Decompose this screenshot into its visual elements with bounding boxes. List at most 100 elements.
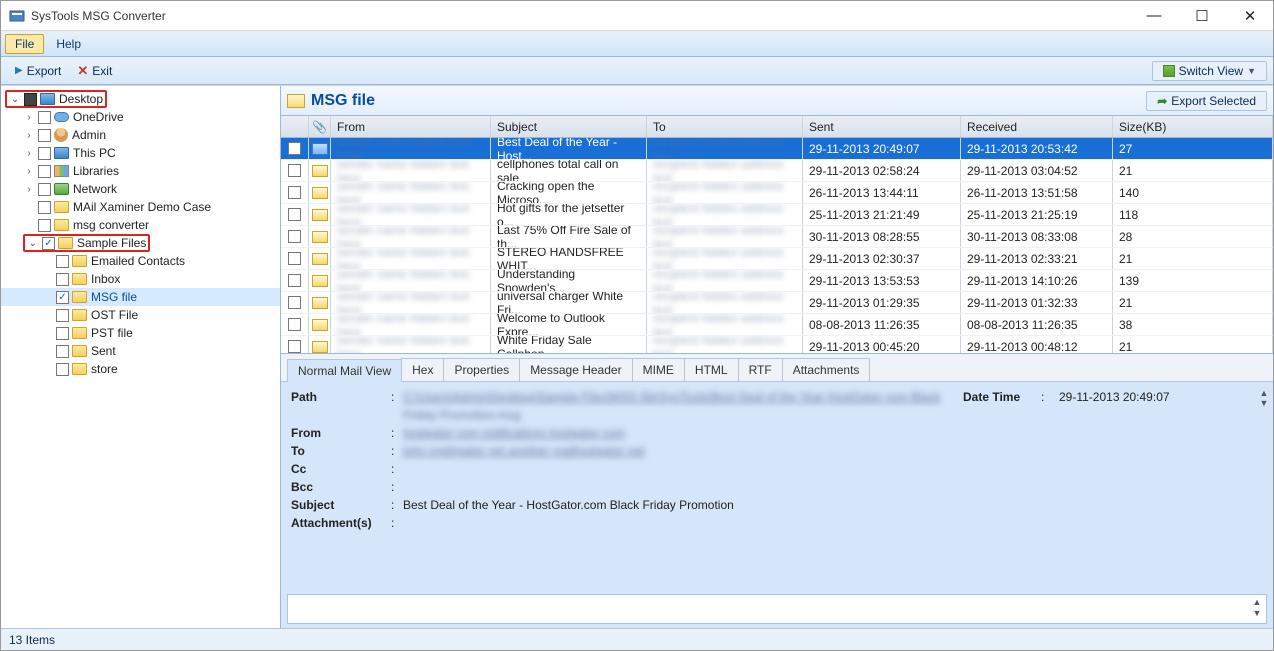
row-checkbox[interactable] [288, 340, 301, 353]
export-selected-button[interactable]: ➦ Export Selected [1146, 91, 1267, 111]
folder-tree[interactable]: ⌄Desktop›OneDrive›Admin›This PC›Librarie… [1, 86, 281, 628]
tab-rtf[interactable]: RTF [738, 358, 783, 381]
expand-icon[interactable]: › [23, 130, 35, 141]
col-subject[interactable]: Subject [491, 116, 647, 137]
tree-checkbox[interactable] [38, 219, 51, 232]
export-icon: ➦ [1157, 94, 1167, 108]
row-checkbox[interactable] [288, 274, 301, 287]
table-row[interactable]: sender name hidden text hereBest Deal of… [281, 138, 1273, 160]
tree-checkbox[interactable] [38, 183, 51, 196]
envelope-icon [312, 231, 328, 243]
expand-icon[interactable]: › [23, 148, 35, 159]
exit-button[interactable]: ✕Exit [69, 61, 120, 81]
table-row[interactable]: sender name hidden text hereUnderstandin… [281, 270, 1273, 292]
tree-item[interactable]: ⌄Sample Files [1, 234, 280, 252]
label-subject: Subject [291, 498, 391, 512]
tree-checkbox[interactable] [56, 255, 69, 268]
tree-checkbox[interactable] [56, 273, 69, 286]
row-checkbox[interactable] [288, 252, 301, 265]
tree-item[interactable]: ›OneDrive [1, 108, 280, 126]
tab-mime[interactable]: MIME [632, 358, 685, 381]
tree-label: msg converter [73, 218, 149, 232]
col-from[interactable]: From [331, 116, 491, 137]
tab-hex[interactable]: Hex [401, 358, 444, 381]
detail-scroll[interactable]: ▲▼ [1257, 388, 1271, 408]
app-icon [9, 8, 25, 24]
col-sent[interactable]: Sent [803, 116, 961, 137]
row-checkbox[interactable] [288, 318, 301, 331]
tree-checkbox[interactable] [56, 327, 69, 340]
tree-item[interactable]: store [1, 360, 280, 378]
menu-help[interactable]: Help [46, 34, 91, 54]
grid-body[interactable]: sender name hidden text hereBest Deal of… [281, 138, 1273, 353]
tab-html[interactable]: HTML [684, 358, 739, 381]
tree-item[interactable]: MAil Xaminer Demo Case [1, 198, 280, 216]
maximize-button[interactable]: ☐ [1187, 7, 1217, 25]
table-row[interactable]: sender name hidden text hereWelcome to O… [281, 314, 1273, 336]
tree-item[interactable]: Sent [1, 342, 280, 360]
tree-item[interactable]: Emailed Contacts [1, 252, 280, 270]
tree-item[interactable]: ›Libraries [1, 162, 280, 180]
table-row[interactable]: sender name hidden text hereLast 75% Off… [281, 226, 1273, 248]
cloud-icon [54, 112, 69, 122]
row-checkbox[interactable] [288, 208, 301, 221]
table-row[interactable]: sender name hidden text hereWhite Friday… [281, 336, 1273, 353]
tree-item[interactable]: ›This PC [1, 144, 280, 162]
col-received[interactable]: Received [961, 116, 1113, 137]
tree-item[interactable]: Inbox [1, 270, 280, 288]
message-grid: 📎 From Subject To Sent Received Size(KB)… [281, 116, 1273, 354]
tab-message-header[interactable]: Message Header [519, 358, 632, 381]
table-row[interactable]: sender name hidden text hereHot gifts fo… [281, 204, 1273, 226]
row-checkbox[interactable] [288, 142, 301, 155]
tree-item[interactable]: PST file [1, 324, 280, 342]
tree-item[interactable]: OST File [1, 306, 280, 324]
expand-icon[interactable]: › [23, 112, 35, 123]
minimize-button[interactable]: — [1139, 7, 1169, 25]
tree-item[interactable]: ›Admin [1, 126, 280, 144]
preview-input[interactable]: ▲▼ [287, 594, 1267, 624]
expand-icon[interactable]: ⌄ [27, 238, 39, 249]
tree-checkbox[interactable] [56, 345, 69, 358]
expand-icon[interactable]: › [23, 166, 35, 177]
tab-attachments[interactable]: Attachments [782, 358, 871, 381]
tab-normal-mail-view[interactable]: Normal Mail View [287, 359, 402, 382]
tab-properties[interactable]: Properties [443, 358, 520, 381]
close-button[interactable]: ✕ [1235, 7, 1265, 25]
row-checkbox[interactable] [288, 230, 301, 243]
tree-checkbox[interactable] [38, 111, 51, 124]
tree-item[interactable]: ›Network [1, 180, 280, 198]
label-from: From [291, 426, 391, 440]
tree-checkbox[interactable] [56, 291, 69, 304]
tree-item[interactable]: MSG file [1, 288, 280, 306]
tree-checkbox[interactable] [56, 309, 69, 322]
tree-checkbox[interactable] [38, 129, 51, 142]
tree-checkbox[interactable] [38, 165, 51, 178]
row-checkbox[interactable] [288, 296, 301, 309]
tree-checkbox[interactable] [56, 363, 69, 376]
table-row[interactable]: sender name hidden text hereuniversal ch… [281, 292, 1273, 314]
tree-checkbox[interactable] [24, 93, 37, 106]
tree-item[interactable]: ⌄Desktop [1, 90, 280, 108]
expand-icon[interactable]: › [23, 184, 35, 195]
col-attachment[interactable]: 📎 [309, 116, 331, 137]
expand-icon[interactable]: ⌄ [9, 94, 21, 105]
menu-file[interactable]: File [5, 34, 44, 54]
export-button[interactable]: ▶Export [7, 62, 69, 80]
folder-icon [72, 309, 87, 321]
table-row[interactable]: sender name hidden text herecellphones t… [281, 160, 1273, 182]
col-size[interactable]: Size(KB) [1113, 116, 1273, 137]
cell-received: 08-08-2013 11:26:35 [961, 314, 1113, 335]
row-checkbox[interactable] [288, 164, 301, 177]
switch-view-button[interactable]: Switch View ▼ [1152, 61, 1267, 81]
tree-item[interactable]: msg converter [1, 216, 280, 234]
col-checkbox[interactable] [281, 116, 309, 137]
tree-checkbox[interactable] [38, 147, 51, 160]
tree-checkbox[interactable] [38, 201, 51, 214]
tree-checkbox[interactable] [42, 237, 55, 250]
monitor-icon [54, 147, 69, 159]
envelope-icon [312, 319, 328, 331]
col-to[interactable]: To [647, 116, 803, 137]
row-checkbox[interactable] [288, 186, 301, 199]
table-row[interactable]: sender name hidden text hereSTEREO HANDS… [281, 248, 1273, 270]
table-row[interactable]: sender name hidden text hereCracking ope… [281, 182, 1273, 204]
